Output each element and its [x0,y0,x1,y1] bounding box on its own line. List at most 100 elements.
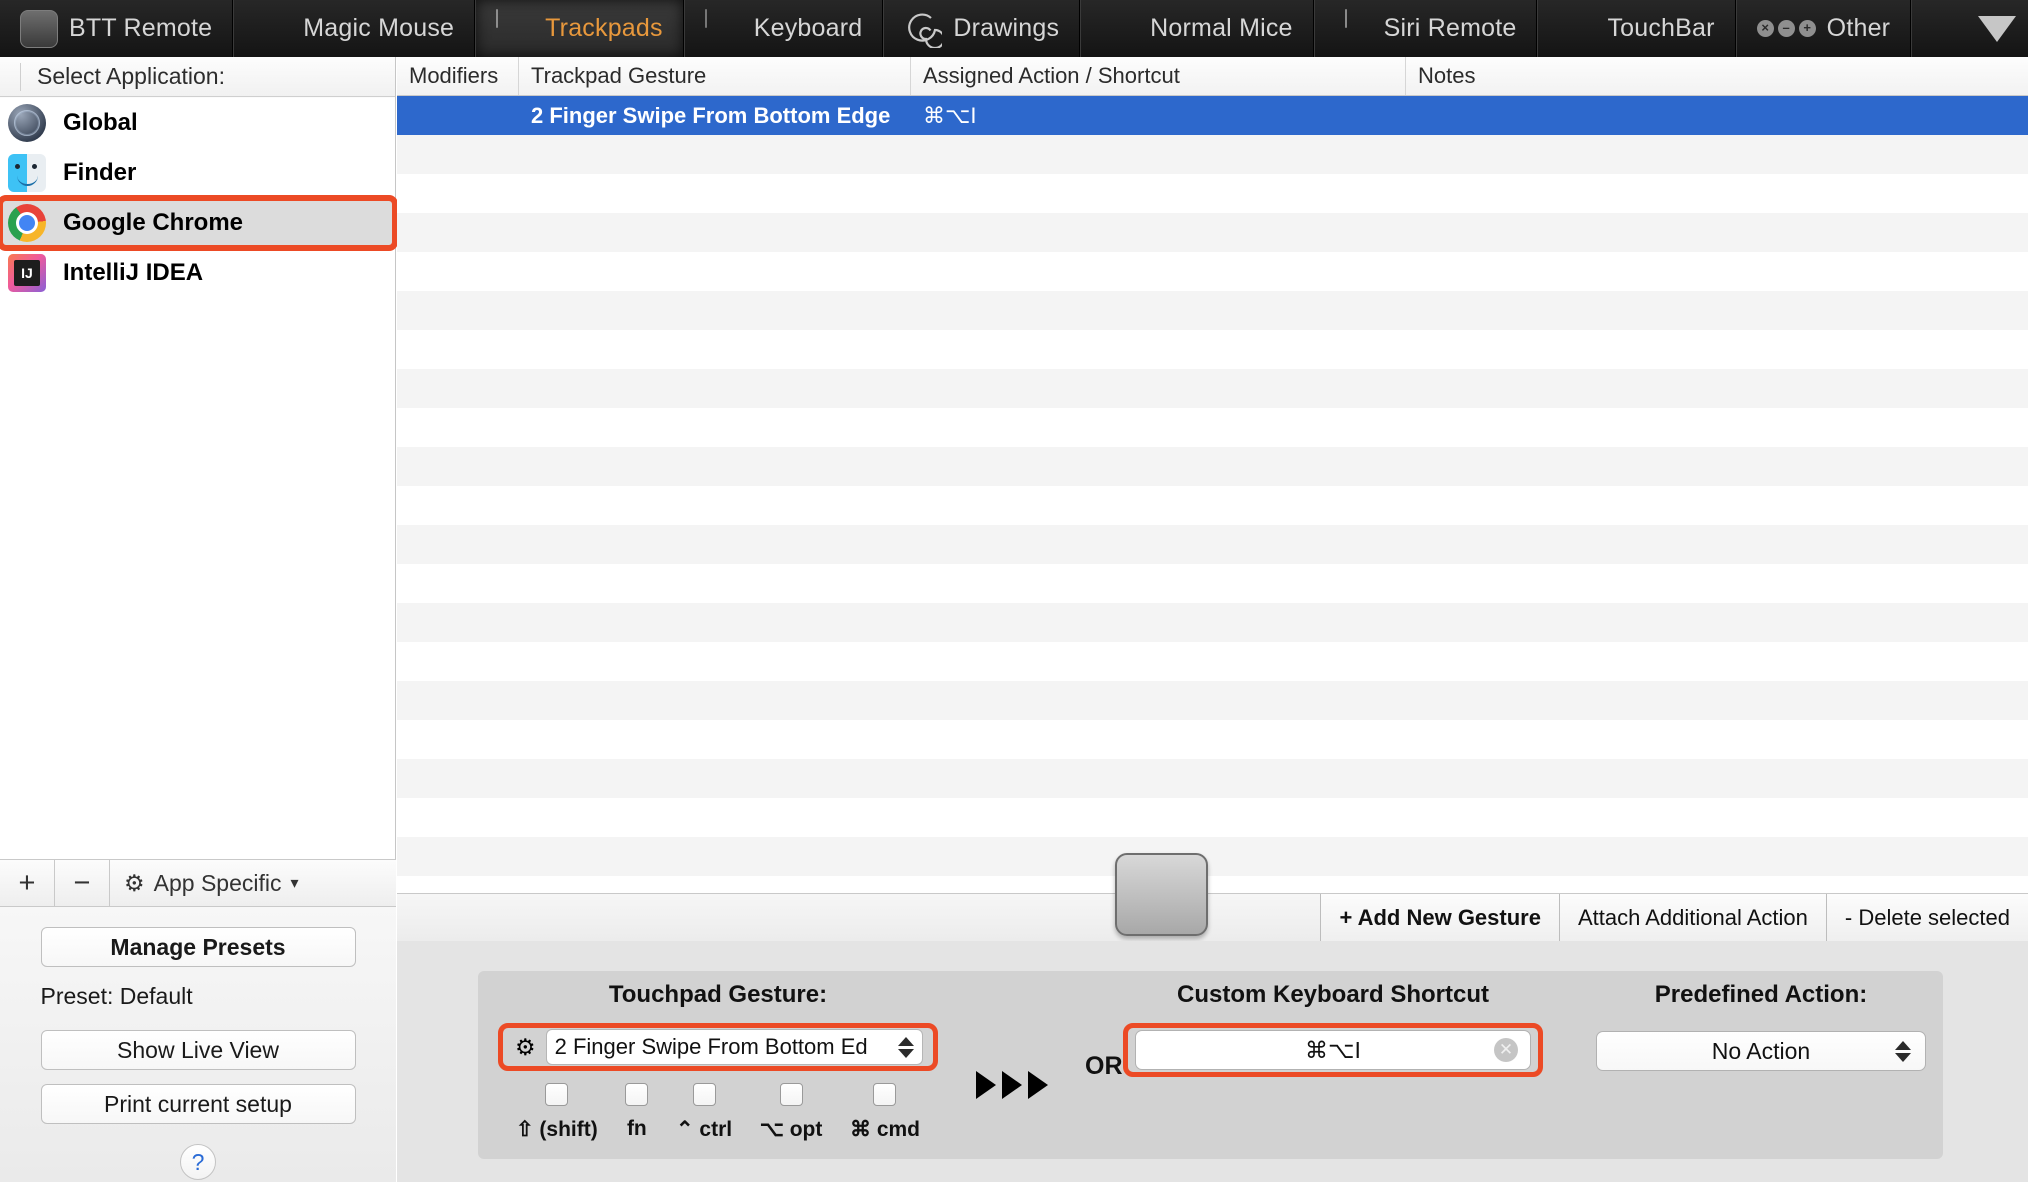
sidebar-item-intellij-idea[interactable]: IntelliJ IDEA [0,248,395,298]
show-live-view-label: Show Live View [117,1036,279,1063]
app-label: Global [63,109,138,136]
application-list[interactable]: Global Finder Google Chrome IntelliJ IDE… [0,98,398,868]
globe-icon [8,104,46,142]
column-header-modifiers[interactable]: Modifiers [397,57,519,95]
table-row[interactable] [397,525,2028,564]
cell-action: ⌘⌥I [923,102,977,128]
tab-label: Magic Mouse [303,14,455,42]
tab-magic-mouse[interactable]: Magic Mouse [233,0,476,57]
touchpad-gesture-value: 2 Finger Swipe From Bottom Ed [554,1034,868,1059]
tab-label: Trackpads [545,14,663,42]
attach-additional-action-button[interactable]: Attach Additional Action [1558,894,1826,941]
column-header-notes[interactable]: Notes [1406,57,2028,95]
modifier-ctrl-label: ⌃ ctrl [675,1118,733,1141]
table-row[interactable] [397,798,2028,837]
tab-btt-remote[interactable]: BTT Remote [0,0,234,57]
gear-icon[interactable]: ⚙ [515,1034,536,1061]
gesture-config-panel: Touchpad Gesture: ⚙ 2 Finger Swipe From … [478,971,1943,1159]
table-row[interactable] [397,603,2028,642]
table-row[interactable] [397,252,2028,291]
sidebar-header-label: Select Application: [37,63,225,89]
modifier-cmd-checkbox[interactable] [873,1083,897,1106]
mouse-icon [1101,10,1139,48]
btt-remote-icon [20,9,58,48]
sidebar-item-finder[interactable]: Finder [0,148,395,198]
table-row[interactable] [397,564,2028,603]
stepper-updown-icon [892,1036,914,1058]
tab-siri-remote[interactable]: Siri Remote [1313,0,1538,57]
modifier-fn-label: fn [626,1117,647,1140]
tab-drawings[interactable]: Drawings [883,0,1081,57]
triple-right-arrow-icon [976,1071,1048,1099]
or-separator-label: OR [1085,1052,1123,1080]
show-live-view-button[interactable]: Show Live View [40,1030,356,1070]
modifier-opt-checkbox[interactable] [779,1083,803,1106]
help-button[interactable]: ? [180,1144,216,1180]
column-header-trackpad-gesture[interactable]: Trackpad Gesture [519,57,911,95]
tab-trackpads[interactable]: Trackpads [475,0,684,57]
predefined-action-title: Predefined Action: [1654,981,1868,1008]
tab-other[interactable]: × – + Other [1735,0,1912,57]
app-specific-menu-button[interactable]: ⚙ App Specific ▾ [110,860,313,906]
table-row[interactable] [397,330,2028,369]
modifier-cmd[interactable]: ⌘ cmd [850,1083,920,1142]
column-header-assigned-action[interactable]: Assigned Action / Shortcut [911,57,1406,95]
modifier-shift-checkbox[interactable] [545,1083,569,1106]
table-row[interactable] [397,642,2028,681]
predefined-action-select[interactable]: No Action [1596,1031,1926,1071]
custom-keyboard-shortcut-group: Custom Keyboard Shortcut ⌘⌥I ✕ [1123,981,1543,1077]
remove-app-button[interactable]: − [55,860,110,906]
modifier-ctrl[interactable]: ⌃ ctrl [676,1083,732,1142]
table-row[interactable] [397,486,2028,525]
sidebar-item-google-chrome[interactable]: Google Chrome [0,195,398,251]
manage-presets-button[interactable]: Manage Presets [40,927,356,967]
app-label: Finder [63,159,137,186]
spiral-icon [904,10,946,49]
table-row[interactable] [397,291,2028,330]
modifier-fn-checkbox[interactable] [625,1083,649,1106]
print-current-setup-button[interactable]: Print current setup [40,1084,356,1124]
delete-selected-button[interactable]: - Delete selected [1825,894,2028,941]
modifier-cmd-label: ⌘ cmd [849,1118,920,1141]
table-row[interactable]: 2 Finger Swipe From Bottom Edge ⌘⌥I [397,96,2028,135]
print-current-setup-label: Print current setup [104,1090,292,1117]
table-row[interactable] [397,213,2028,252]
modifier-shift[interactable]: ⇧ (shift) [516,1083,598,1142]
add-app-button[interactable]: + [0,860,55,906]
sidebar-item-global[interactable]: Global [0,98,395,148]
custom-shortcut-value: ⌘⌥I [1305,1036,1361,1063]
modifier-ctrl-checkbox[interactable] [692,1083,716,1106]
gesture-action-bar: + Add New Gesture Attach Additional Acti… [397,893,2028,941]
tab-label: Keyboard [753,14,863,42]
add-new-gesture-button[interactable]: + Add New Gesture [1320,894,1559,941]
help-label: ? [191,1148,205,1175]
table-empty-rows [397,135,2028,876]
manage-presets-label: Manage Presets [110,933,286,960]
tab-normal-mice[interactable]: Normal Mice [1080,0,1314,57]
table-row[interactable] [397,174,2028,213]
modifier-opt[interactable]: ⌥ opt [760,1083,822,1142]
delete-selected-label: - Delete selected [1844,904,2010,930]
table-row[interactable] [397,837,2028,876]
app-label: Google Chrome [63,209,244,236]
application-sidebar: Select Application: Global Finder Google… [0,57,398,1182]
app-label: IntelliJ IDEA [63,259,204,286]
touchpad-gesture-select[interactable]: 2 Finger Swipe From Bottom Ed [545,1029,923,1065]
trackpad-icon [496,8,534,48]
table-row[interactable] [397,447,2028,486]
custom-shortcut-input[interactable]: ⌘⌥I ✕ [1135,1030,1531,1070]
custom-shortcut-title: Custom Keyboard Shortcut [1176,981,1490,1008]
table-row[interactable] [397,408,2028,447]
toolbar-disclosure-button[interactable] [1966,0,2028,57]
tab-keyboard[interactable]: Keyboard [683,0,884,57]
table-row[interactable] [397,759,2028,798]
table-row[interactable] [397,369,2028,408]
other-icon: × – + [1756,20,1816,37]
table-row[interactable] [397,681,2028,720]
table-row[interactable] [397,135,2028,174]
clear-circle-icon[interactable]: ✕ [1494,1038,1518,1062]
tab-touchbar[interactable]: TouchBar [1537,0,1736,57]
tab-label: BTT Remote [69,14,213,42]
modifier-fn[interactable]: fn [625,1083,649,1142]
table-row[interactable] [397,720,2028,759]
